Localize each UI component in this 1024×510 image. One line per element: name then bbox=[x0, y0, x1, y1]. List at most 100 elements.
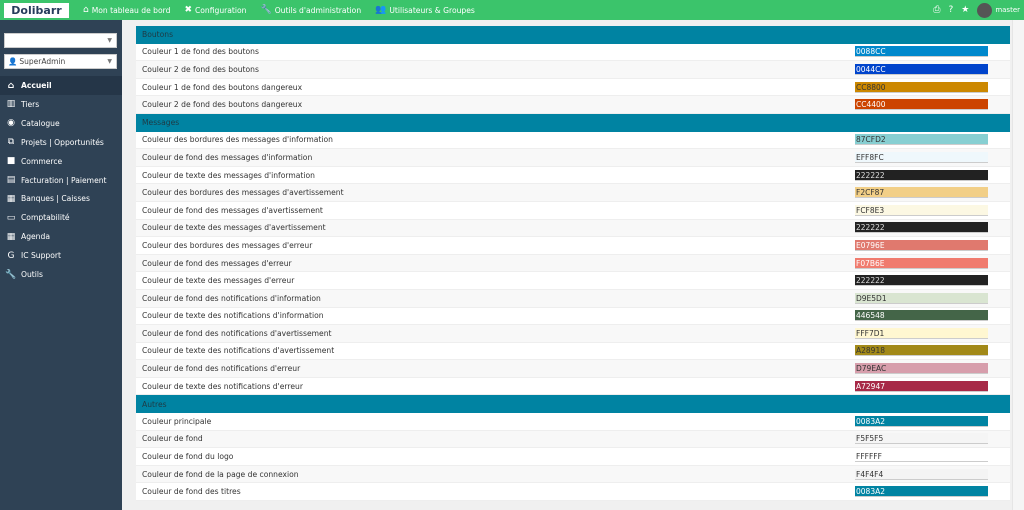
table-row: Couleur de texte des messages d'informat… bbox=[136, 166, 1010, 185]
table-row: Couleur de fond des notifications d'info… bbox=[136, 289, 1010, 308]
section-rows: Couleur 1 de fond des boutons 0088CC Coule… bbox=[136, 43, 1010, 114]
print-icon[interactable]: ⎙ bbox=[933, 5, 940, 15]
sidebar-item-facturation-paiement[interactable]: ▤ Facturation | Paiement bbox=[0, 171, 122, 190]
color-input[interactable]: E0796E bbox=[855, 239, 988, 251]
home-icon: ⌂ bbox=[83, 5, 89, 15]
section-header: Messages bbox=[136, 113, 1010, 132]
table-row: Couleur de texte des notifications d'err… bbox=[136, 377, 1010, 396]
setting-label: Couleur 1 de fond des boutons bbox=[142, 47, 259, 57]
color-input[interactable]: 222222 bbox=[855, 169, 988, 181]
table-row: Couleur principale 0083A2 bbox=[136, 413, 1010, 431]
wrench-icon: 🔧 bbox=[260, 5, 272, 15]
color-input[interactable]: D79EAC bbox=[855, 363, 988, 375]
color-input[interactable]: 0083A2 bbox=[855, 415, 988, 427]
bank-icon: ▦ bbox=[6, 193, 16, 204]
chevron-down-icon: ▼ bbox=[107, 37, 112, 44]
building-icon: ▥ bbox=[6, 99, 16, 110]
home-icon: ⌂ bbox=[7, 80, 15, 91]
top-menu-configuration[interactable]: ✖ Configuration bbox=[184, 5, 246, 15]
sidebar-item-tiers[interactable]: ▥ Tiers bbox=[0, 95, 122, 114]
username[interactable]: master bbox=[995, 6, 1020, 14]
color-input[interactable]: CC4400 bbox=[855, 99, 988, 111]
color-input[interactable]: 87CFD2 bbox=[855, 134, 988, 146]
users-icon: 👥 bbox=[375, 5, 387, 15]
color-input[interactable]: EFF8FC bbox=[855, 151, 988, 163]
color-input[interactable]: FFF7D1 bbox=[855, 327, 988, 339]
sidebar-item-accueil[interactable]: ⌂ Accueil bbox=[0, 76, 122, 95]
sidebar-item-projets-opportunit-s[interactable]: ⧉ Projets | Opportunités bbox=[0, 133, 122, 152]
table-row: Couleur des bordures des messages d'info… bbox=[136, 131, 1010, 150]
sidebar-item-catalogue[interactable]: ◉ Catalogue bbox=[0, 114, 122, 133]
setting-label: Couleur de texte des notifications d'inf… bbox=[142, 311, 324, 321]
setting-label: Couleur 2 de fond des boutons dangereux bbox=[142, 100, 303, 110]
table-row: Couleur de texte des messages d'erreur 22… bbox=[136, 272, 1010, 290]
color-input[interactable]: 222222 bbox=[855, 275, 988, 287]
color-settings-table: Boutons Couleur 1 de fond des boutons 0088… bbox=[136, 26, 1010, 502]
sidebar-item-commerce[interactable]: ■ Commerce bbox=[0, 152, 122, 171]
table-row: Couleur de texte des messages d'avertiss… bbox=[136, 219, 1010, 238]
setting-label: Couleur des bordures des messages d'aver… bbox=[142, 188, 344, 198]
color-input[interactable]: F5F5F5 bbox=[855, 433, 988, 445]
top-menu-outils-d-administration[interactable]: 🔧 Outils d'administration bbox=[260, 5, 361, 15]
invoice-icon: ▤ bbox=[6, 175, 16, 185]
setting-label: Couleur de fond des messages d'erreur bbox=[142, 258, 292, 268]
support-icon: G bbox=[7, 250, 15, 261]
setting-label: Couleur de texte des notifications d'err… bbox=[142, 381, 303, 391]
top-menu-mon-tableau-de-bord[interactable]: ⌂ Mon tableau de bord bbox=[83, 5, 170, 15]
color-input[interactable]: 0083A2 bbox=[855, 486, 988, 498]
setting-label: Couleur des bordures des messages d'info… bbox=[142, 135, 333, 145]
color-input[interactable]: CC8800 bbox=[855, 81, 988, 93]
avatar[interactable] bbox=[977, 2, 993, 18]
color-input[interactable]: D9E5D1 bbox=[855, 292, 988, 304]
color-input[interactable]: FFFFFF bbox=[855, 451, 988, 463]
sidebar-item-comptabilit-[interactable]: ▭ Comptabilité bbox=[0, 208, 122, 227]
section-header: Boutons bbox=[136, 26, 1010, 44]
color-input[interactable]: FCF8E3 bbox=[855, 204, 988, 216]
color-input[interactable]: 222222 bbox=[855, 222, 988, 234]
color-input[interactable]: F07B6E bbox=[855, 257, 988, 269]
table-row: Couleur de fond des messages d'informati… bbox=[136, 149, 1010, 167]
color-input[interactable]: 0088CC bbox=[855, 46, 988, 58]
setting-label: Couleur principale bbox=[142, 416, 212, 426]
color-input[interactable]: A28918 bbox=[855, 345, 988, 357]
color-input[interactable]: 0044CC bbox=[855, 63, 988, 75]
setting-label: Couleur de texte des messages d'erreur bbox=[142, 276, 295, 286]
sidebar-item-agenda[interactable]: ▦ Agenda bbox=[0, 227, 122, 246]
color-input[interactable]: 446548 bbox=[855, 310, 988, 322]
section-rows: Couleur des bordures des messages d'info… bbox=[136, 131, 1010, 396]
setting-label: Couleur 1 de fond des boutons dangereux bbox=[142, 82, 303, 92]
user-select[interactable]: 👤 SuperAdmin ▼ bbox=[4, 54, 117, 69]
table-row: Couleur de texte des notifications d'inf… bbox=[136, 307, 1010, 326]
color-input[interactable]: F4F4F4 bbox=[855, 468, 988, 480]
sidebar-item-outils[interactable]: 🔧 Outils bbox=[0, 265, 122, 284]
table-row: Couleur 1 de fond des boutons 0088CC bbox=[136, 43, 1010, 62]
table-row: Couleur 2 de fond des boutons 0044CC bbox=[136, 61, 1010, 79]
dolibarr-logo[interactable]: Dolibarr bbox=[4, 2, 69, 18]
help-icon[interactable]: ? bbox=[948, 5, 953, 15]
table-row: Couleur des bordures des messages d'aver… bbox=[136, 184, 1010, 202]
bookmark-star-icon[interactable]: ★ bbox=[961, 5, 969, 15]
setting-label: Couleur de fond de la page de connexion bbox=[142, 469, 299, 479]
color-input[interactable]: F2CF87 bbox=[855, 187, 988, 199]
briefcase-icon: ■ bbox=[6, 156, 16, 167]
section-rows: Couleur principale 0083A2 Couleur de fond F… bbox=[136, 413, 1010, 502]
sidebar-item-banques-caisses[interactable]: ▦ Banques | Caisses bbox=[0, 189, 122, 208]
setting-label: Couleur de texte des messages d'informat… bbox=[142, 170, 315, 180]
setting-label: Couleur de fond bbox=[142, 434, 203, 444]
color-input[interactable]: A72947 bbox=[855, 380, 988, 392]
setting-label: Couleur de fond des notifications d'aver… bbox=[142, 328, 332, 338]
section-header: Autres bbox=[136, 395, 1010, 414]
sidebar-item-ic-support[interactable]: G IC Support bbox=[0, 246, 122, 265]
setting-label: Couleur des bordures des messages d'erre… bbox=[142, 240, 313, 250]
table-row: Couleur de texte des notifications d'ave… bbox=[136, 342, 1010, 361]
company-select[interactable]: ▼ bbox=[4, 33, 117, 48]
top-bar: Dolibarr ⌂ Mon tableau de bord ✖ Configurat… bbox=[0, 0, 1024, 20]
setting-label: Couleur 2 de fond des boutons bbox=[142, 64, 259, 74]
table-row: Couleur 2 de fond des boutons dangereux C… bbox=[136, 96, 1010, 114]
top-menu-utilisateurs-groupes[interactable]: 👥 Utilisateurs & Groupes bbox=[375, 5, 475, 15]
table-row: Couleur de fond des messages d'avertisse… bbox=[136, 201, 1010, 220]
table-row: Couleur de fond des notifications d'aver… bbox=[136, 325, 1010, 343]
setting-label: Couleur de texte des messages d'avertiss… bbox=[142, 223, 326, 233]
scrollbar[interactable] bbox=[1012, 20, 1024, 510]
setting-label: Couleur de fond des notifications d'info… bbox=[142, 293, 321, 303]
